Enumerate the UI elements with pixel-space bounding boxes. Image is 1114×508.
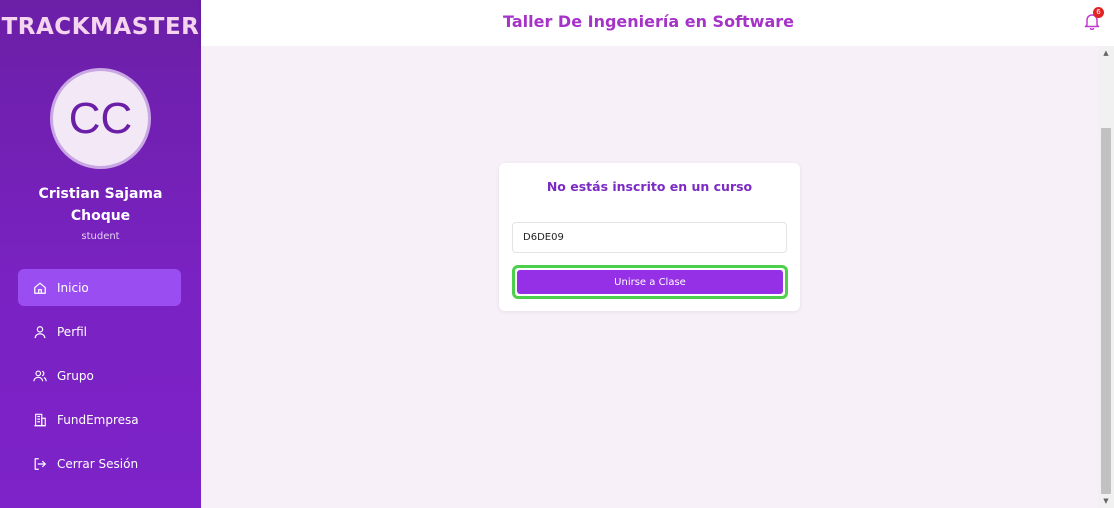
avatar[interactable]: CC — [50, 68, 151, 169]
sidebar-item-label: Cerrar Sesión — [57, 456, 139, 471]
scrollbar[interactable]: ▲ ▼ — [1098, 46, 1114, 508]
sidebar: TRACKMASTER CC Cristian Sajama Choque st… — [0, 0, 201, 508]
user-name: Cristian Sajama Choque — [38, 186, 163, 224]
class-code-input[interactable] — [512, 222, 787, 253]
user-role: student — [81, 231, 120, 242]
logout-icon — [33, 457, 47, 471]
home-icon — [33, 281, 47, 295]
page-title: Taller De Ingeniería en Software — [502, 12, 794, 31]
sidebar-item-inicio[interactable]: Inicio — [18, 269, 181, 306]
sidebar-item-fundempresa[interactable]: FundEmpresa — [18, 401, 181, 438]
sidebar-item-perfil[interactable]: Perfil — [18, 313, 181, 350]
sidebar-item-grupo[interactable]: Grupo — [18, 357, 181, 394]
card-title: No estás inscrito en un curso — [546, 179, 753, 194]
top-header: Taller De Ingeniería en Software 6 — [201, 0, 1114, 46]
building-icon — [33, 413, 47, 427]
app: TRACKMASTER CC Cristian Sajama Choque st… — [0, 0, 1114, 508]
sidebar-item-label: Grupo — [57, 368, 94, 383]
users-icon — [33, 369, 47, 383]
enroll-card: No estás inscrito en un curso Unirse a C… — [499, 163, 800, 311]
main-content: No estás inscrito en un curso Unirse a C… — [201, 46, 1098, 508]
join-class-button[interactable]: Unirse a Clase — [517, 270, 783, 294]
scroll-thumb[interactable] — [1101, 128, 1111, 494]
scroll-up-icon[interactable]: ▲ — [1098, 46, 1114, 60]
user-icon — [33, 325, 47, 339]
sidebar-item-label: Inicio — [57, 280, 89, 295]
sidebar-item-label: Perfil — [57, 324, 88, 339]
notification-badge: 6 — [1093, 7, 1104, 18]
sidebar-item-label: FundEmpresa — [57, 412, 139, 427]
brand-logo: TRACKMASTER — [1, 14, 200, 40]
join-button-highlight: Unirse a Clase — [512, 265, 788, 299]
sidebar-item-cerrar-sesion[interactable]: Cerrar Sesión — [18, 445, 181, 482]
scroll-down-icon[interactable]: ▼ — [1098, 494, 1114, 508]
